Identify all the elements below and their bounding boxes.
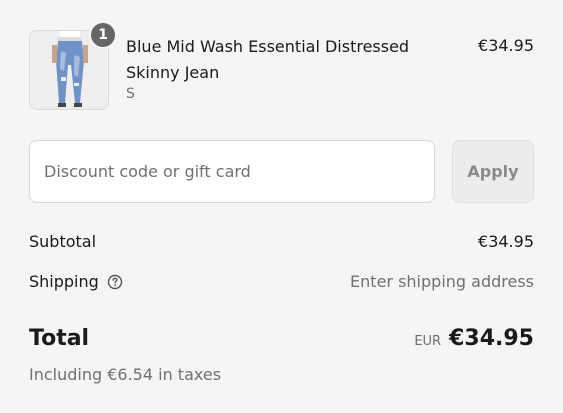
subtotal-value: €34.95 bbox=[478, 232, 534, 251]
total-label: Total bbox=[29, 326, 90, 351]
taxes-note: Including €6.54 in taxes bbox=[29, 365, 222, 384]
question-circle-icon[interactable] bbox=[107, 274, 123, 290]
product-name: Blue Mid Wash Essential Distressed Skinn… bbox=[126, 37, 410, 82]
total-value: €34.95 bbox=[449, 326, 534, 351]
quantity-badge: 1 bbox=[89, 21, 117, 49]
product-price: €34.95 bbox=[478, 36, 534, 55]
discount-code-input[interactable] bbox=[29, 140, 435, 203]
shipping-label: Shipping bbox=[29, 272, 99, 291]
total-amount: EUR €34.95 bbox=[414, 326, 534, 351]
apply-discount-button[interactable]: Apply bbox=[452, 140, 534, 203]
shipping-row: Shipping bbox=[29, 272, 123, 291]
currency-code: EUR bbox=[414, 334, 442, 349]
shipping-value: Enter shipping address bbox=[350, 272, 534, 291]
product-variant: S bbox=[126, 86, 135, 102]
subtotal-label: Subtotal bbox=[29, 232, 97, 251]
